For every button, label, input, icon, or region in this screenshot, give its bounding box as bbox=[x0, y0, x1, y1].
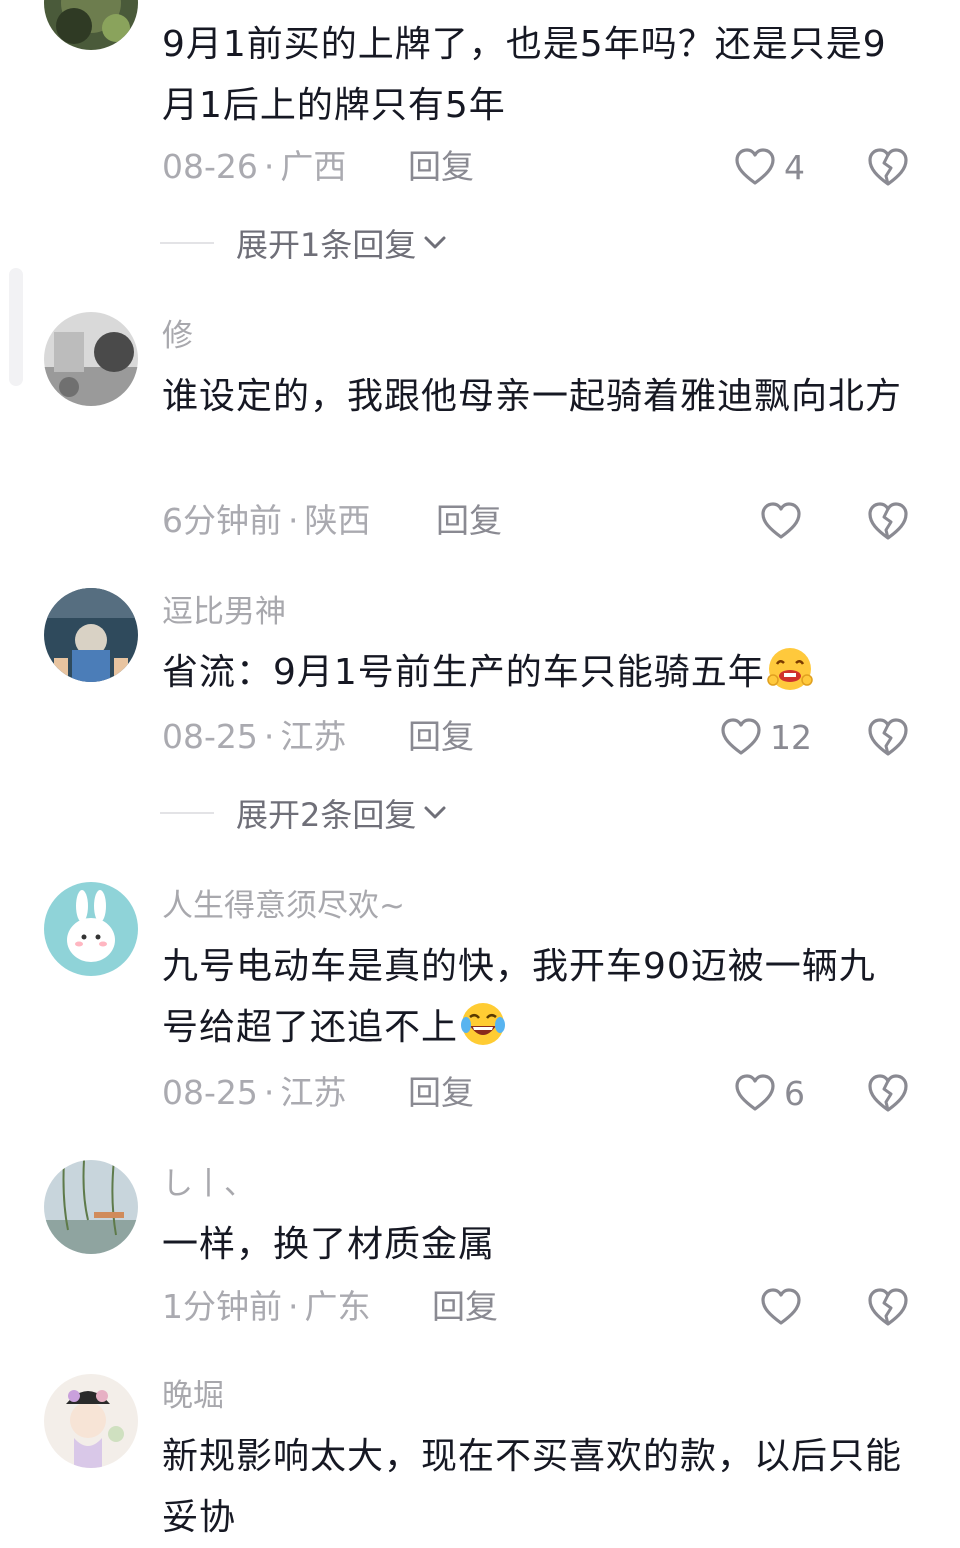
reply-button[interactable]: 回复 bbox=[408, 1072, 474, 1114]
comment-region: 广东 bbox=[304, 1287, 371, 1326]
comment-region: 江苏 bbox=[280, 1073, 347, 1112]
chevron-down-icon bbox=[424, 236, 446, 249]
dislike-button[interactable] bbox=[866, 1072, 910, 1114]
comment-meta: 1分钟前 · 广东 bbox=[162, 1286, 371, 1328]
like-button[interactable]: 4 bbox=[734, 146, 805, 188]
heart-outline-icon bbox=[761, 502, 801, 539]
comment-region: 陕西 bbox=[304, 501, 371, 540]
broken-heart-icon bbox=[868, 1288, 908, 1326]
avatar[interactable] bbox=[44, 0, 138, 50]
username[interactable]: 修 bbox=[162, 316, 193, 356]
comment-meta: 08-26 · 广西 bbox=[162, 146, 346, 188]
comment-text: 九号电动车是真的快，我开车90迈被一辆九号给超了还追不上 bbox=[162, 936, 912, 1058]
hot-face-emoji bbox=[765, 644, 815, 694]
broken-heart-icon bbox=[868, 502, 908, 540]
avatar[interactable] bbox=[44, 312, 138, 406]
comment-meta: 6分钟前 · 陕西 bbox=[162, 500, 371, 542]
meta-separator: · bbox=[263, 1073, 275, 1112]
heart-outline-icon bbox=[721, 718, 761, 755]
meta-separator: · bbox=[263, 147, 275, 186]
heart-outline-icon bbox=[735, 1074, 775, 1111]
username[interactable]: 晚堀 bbox=[162, 1376, 224, 1416]
reply-button[interactable]: 回复 bbox=[408, 716, 474, 758]
comment-time: 08-25 bbox=[162, 1073, 258, 1112]
dislike-button[interactable] bbox=[866, 500, 910, 542]
comment-time: 6分钟前 bbox=[162, 501, 282, 540]
reply-button[interactable]: 回复 bbox=[436, 500, 502, 542]
comment-region: 江苏 bbox=[280, 717, 347, 756]
heart-outline-icon bbox=[735, 148, 775, 185]
dislike-button[interactable] bbox=[866, 146, 910, 188]
avatar[interactable] bbox=[44, 1160, 138, 1254]
avatar[interactable] bbox=[44, 882, 138, 976]
avatar[interactable] bbox=[44, 1374, 138, 1468]
dislike-button[interactable] bbox=[866, 716, 910, 758]
comment-text: 谁设定的，我跟他母亲一起骑着雅迪飘向北方 bbox=[162, 376, 903, 417]
meta-separator: · bbox=[263, 717, 275, 756]
comment-meta: 08-25 · 江苏 bbox=[162, 1072, 346, 1114]
comment-text: 9月1前买的上牌了，也是5年吗？还是只是9月1后上的牌只有5年 bbox=[162, 24, 887, 126]
expand-replies-label: 展开1条回复 bbox=[236, 226, 417, 264]
reply-button[interactable]: 回复 bbox=[408, 146, 474, 188]
comment-text-body: 省流：9月1号前生产的车只能骑五年 bbox=[162, 652, 765, 693]
like-button[interactable] bbox=[760, 500, 810, 542]
reply-button[interactable]: 回复 bbox=[432, 1286, 498, 1328]
like-count: 4 bbox=[784, 147, 805, 187]
comment-text-body: 九号电动车是真的快，我开车90迈被一辆九号给超了还追不上 bbox=[162, 946, 876, 1048]
like-button[interactable]: 12 bbox=[720, 716, 812, 758]
divider-line bbox=[160, 812, 214, 814]
laughing-tears-emoji bbox=[458, 999, 508, 1049]
chevron-down-icon bbox=[424, 806, 446, 819]
meta-separator: · bbox=[288, 1287, 299, 1326]
divider-line bbox=[160, 242, 214, 244]
heart-outline-icon bbox=[761, 1288, 801, 1325]
like-count: 6 bbox=[784, 1073, 805, 1113]
scroll-indicator[interactable] bbox=[9, 268, 23, 386]
username[interactable]: し丨、 bbox=[162, 1164, 255, 1204]
like-button[interactable] bbox=[760, 1286, 810, 1328]
broken-heart-icon bbox=[868, 1074, 908, 1112]
expand-replies-button[interactable]: 展开1条回复 bbox=[160, 222, 448, 264]
avatar[interactable] bbox=[44, 588, 138, 682]
like-count: 12 bbox=[770, 717, 812, 757]
expand-replies-button[interactable]: 展开2条回复 bbox=[160, 792, 448, 834]
comment-text: 新规影响太大，现在不买喜欢的款，以后只能妥协 bbox=[162, 1436, 903, 1538]
meta-separator: · bbox=[288, 501, 299, 540]
dislike-button[interactable] bbox=[866, 1286, 910, 1328]
username[interactable]: 人生得意须尽欢~ bbox=[162, 886, 405, 926]
broken-heart-icon bbox=[868, 148, 908, 186]
username[interactable]: 逗比男神 bbox=[162, 592, 286, 632]
comment-time: 08-26 bbox=[162, 147, 258, 186]
expand-replies-label: 展开2条回复 bbox=[236, 796, 417, 834]
comment-region: 广西 bbox=[280, 147, 347, 186]
comment-time: 1分钟前 bbox=[162, 1287, 282, 1326]
comment-text: 省流：9月1号前生产的车只能骑五年 bbox=[162, 642, 912, 703]
comment-meta: 08-25 · 江苏 bbox=[162, 716, 346, 758]
comment-time: 08-25 bbox=[162, 717, 258, 756]
like-button[interactable]: 6 bbox=[734, 1072, 805, 1114]
comment-text: 一样，换了材质金属 bbox=[162, 1224, 496, 1265]
broken-heart-icon bbox=[868, 718, 908, 756]
